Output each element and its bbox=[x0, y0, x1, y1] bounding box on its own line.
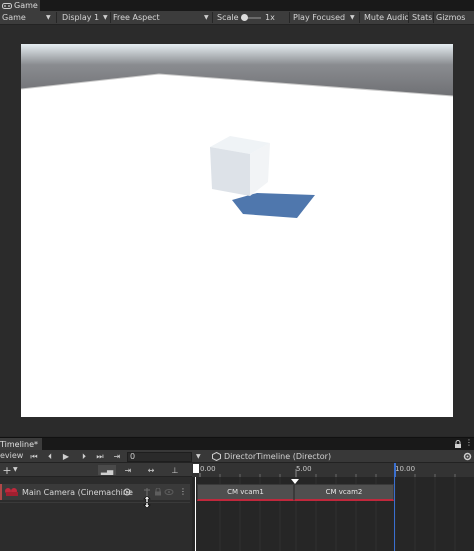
scale-label: Scale bbox=[217, 11, 239, 24]
view-mode-dropdown[interactable]: Game bbox=[2, 11, 26, 24]
chevron-down-icon[interactable]: ▼ bbox=[13, 466, 18, 473]
mute-icon[interactable] bbox=[164, 488, 174, 496]
preview-button[interactable]: eview bbox=[0, 451, 23, 460]
game-view[interactable] bbox=[21, 44, 453, 417]
view-mode-label: Game bbox=[2, 13, 26, 22]
divider bbox=[212, 12, 213, 23]
clip-label: CM vcam2 bbox=[325, 488, 363, 496]
clip[interactable]: CM vcam1 bbox=[197, 484, 294, 501]
playhead-handle[interactable] bbox=[193, 464, 199, 473]
floor bbox=[21, 44, 453, 417]
mute-audio-label: Mute Audio bbox=[364, 13, 410, 22]
ruler-tick-label: 10.00 bbox=[395, 465, 415, 473]
game-tab-label: Game bbox=[14, 1, 38, 10]
game-toolbar: Game ▼ Display 1 ▼ Free Aspect ▼ Scale 1… bbox=[0, 11, 474, 25]
snap-icon[interactable]: ⇥ bbox=[121, 465, 135, 475]
blend-marker-icon bbox=[291, 479, 299, 484]
stats-label: Stats bbox=[412, 13, 433, 22]
stats-button[interactable]: Stats bbox=[412, 11, 432, 24]
chevron-down-icon: ▼ bbox=[204, 14, 209, 21]
scale-value: 1x bbox=[265, 11, 275, 24]
divider bbox=[289, 12, 290, 23]
divider bbox=[0, 502, 190, 503]
divider bbox=[359, 12, 360, 23]
marker-pin-icon[interactable]: ⊥ bbox=[170, 465, 180, 475]
time-ruler[interactable]: 0.00 5.00 10.00 bbox=[192, 463, 474, 477]
game-tab-bar: Game bbox=[0, 0, 474, 11]
ruler-tick-label: 0.00 bbox=[200, 465, 216, 473]
end-marker-line bbox=[394, 477, 395, 551]
cube-front bbox=[210, 147, 250, 196]
game-tab[interactable]: Game bbox=[0, 0, 40, 11]
clip[interactable]: CM vcam2 bbox=[294, 484, 394, 501]
scale-value-text: 1x bbox=[265, 13, 275, 22]
aspect-label: Free Aspect bbox=[113, 13, 160, 22]
gizmos-button[interactable]: Gizmos bbox=[436, 11, 465, 24]
timeline-tab-label: Timeline* bbox=[0, 440, 39, 449]
chevron-down-icon: ▼ bbox=[350, 14, 355, 21]
settings-icon[interactable] bbox=[463, 452, 472, 461]
previous-frame-icon[interactable]: ⏴ bbox=[44, 451, 56, 462]
lock-icon[interactable] bbox=[154, 488, 162, 496]
current-frame-field[interactable]: 0 bbox=[127, 452, 192, 462]
divider bbox=[408, 12, 409, 23]
go-to-end-icon[interactable]: ⏭ bbox=[94, 451, 106, 462]
play-focused-label: Play Focused bbox=[293, 13, 346, 22]
target-icon[interactable] bbox=[123, 488, 131, 496]
lock-icon[interactable] bbox=[454, 440, 462, 449]
aspect-dropdown[interactable]: Free Aspect bbox=[113, 11, 160, 24]
ruler-tick-label: 5.00 bbox=[296, 465, 312, 473]
scale-label-text: Scale bbox=[217, 13, 239, 22]
timeline-tab-bar: Timeline* ⋮ bbox=[0, 437, 474, 451]
clip-label: CM vcam1 bbox=[227, 488, 264, 496]
gizmos-label: Gizmos bbox=[436, 13, 466, 22]
ripple-icon[interactable]: ↔ bbox=[143, 465, 159, 475]
play-icon[interactable]: ▶ bbox=[60, 451, 72, 462]
unity-game-icon bbox=[2, 2, 12, 9]
divider bbox=[110, 12, 111, 23]
next-frame-icon[interactable]: ⏵ bbox=[78, 451, 90, 462]
track-label: Main Camera (Cinemachine bbox=[22, 487, 133, 497]
director-selector[interactable]: DirectorTimeline (Director) bbox=[212, 451, 331, 462]
chevron-down-icon: ▼ bbox=[103, 14, 108, 21]
chevron-down-icon: ▼ bbox=[46, 14, 51, 21]
curves-toggle-icon[interactable]: ▂▄ bbox=[98, 465, 116, 475]
display-dropdown[interactable]: Display 1 bbox=[62, 11, 99, 24]
mute-audio-button[interactable]: Mute Audio bbox=[364, 11, 409, 24]
chevron-down-icon[interactable]: ▼ bbox=[196, 453, 201, 460]
timeline-asset-icon bbox=[212, 452, 221, 461]
playhead-line[interactable] bbox=[195, 477, 196, 551]
menu-icon[interactable]: ⋮ bbox=[179, 487, 187, 496]
scale-slider-thumb[interactable] bbox=[241, 14, 248, 21]
add-icon[interactable]: + bbox=[2, 464, 12, 477]
menu-icon[interactable]: ⋮ bbox=[465, 438, 473, 447]
divider bbox=[433, 12, 434, 23]
display-label: Display 1 bbox=[62, 13, 100, 22]
director-label-text: DirectorTimeline (Director) bbox=[224, 452, 332, 461]
play-focused-dropdown[interactable]: Play Focused bbox=[293, 11, 345, 24]
go-to-start-icon[interactable]: ⏮ bbox=[28, 451, 40, 462]
track-color-bar bbox=[0, 484, 2, 500]
divider bbox=[56, 12, 57, 23]
camera-track-icon bbox=[5, 488, 18, 496]
loop-icon[interactable]: ⇥ bbox=[111, 451, 123, 462]
